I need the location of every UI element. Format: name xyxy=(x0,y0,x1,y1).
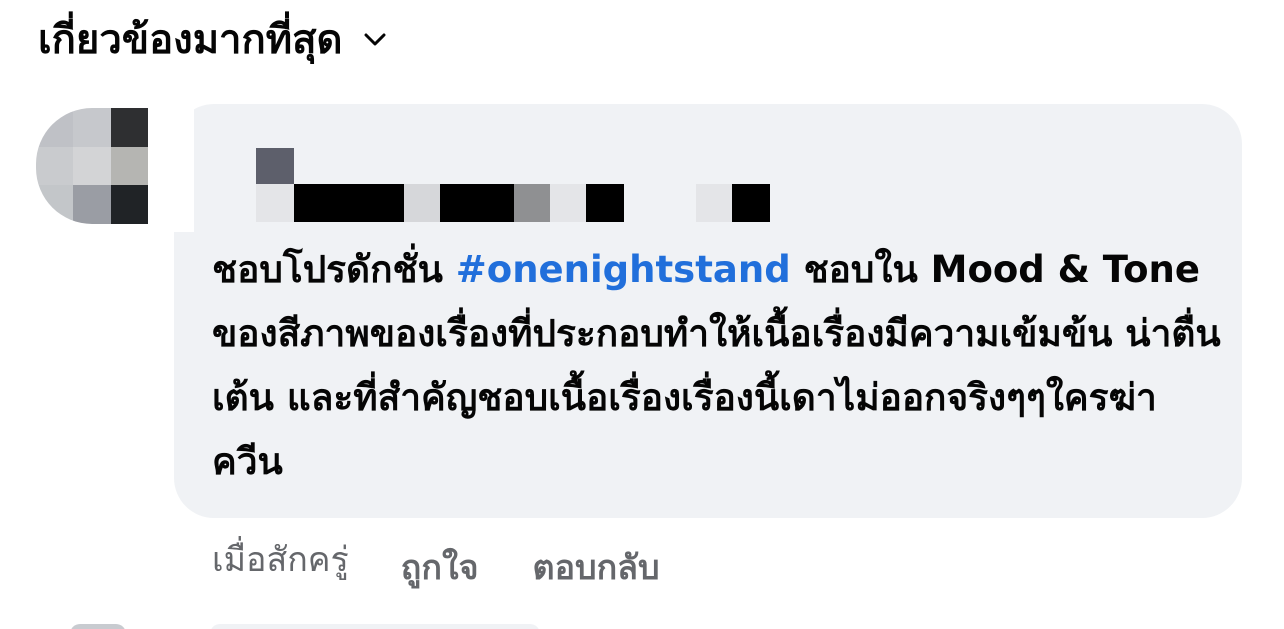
comment-text-before: ชอบโปรดักชั่น xyxy=(212,248,456,291)
comment-timestamp[interactable]: เมื่อสักครู่ xyxy=(212,532,349,586)
bubble-notch xyxy=(174,104,194,232)
like-button[interactable]: ถูกใจ xyxy=(401,540,479,594)
comments-section: เกี่ยวข้องมากที่สุด ชอบโปรดักชั่น #oneni… xyxy=(0,0,1284,629)
sort-label: เกี่ยวข้องมากที่สุด xyxy=(38,17,343,63)
sort-dropdown[interactable]: เกี่ยวข้องมากที่สุด xyxy=(38,12,387,68)
reply-button[interactable]: ตอบกลับ xyxy=(533,540,660,594)
avatar[interactable] xyxy=(36,108,148,224)
next-comment-avatar[interactable] xyxy=(70,624,126,629)
comment-text: ชอบโปรดักชั่น #onenightstand ชอบใน Mood … xyxy=(212,238,1222,494)
comment-actions: เมื่อสักครู่ ถูกใจ ตอบกลับ xyxy=(212,534,660,594)
next-comment-bubble xyxy=(210,624,540,629)
author-name-redacted[interactable] xyxy=(256,148,776,224)
hashtag-link[interactable]: #onenightstand xyxy=(456,248,791,291)
chevron-down-icon xyxy=(363,28,387,52)
